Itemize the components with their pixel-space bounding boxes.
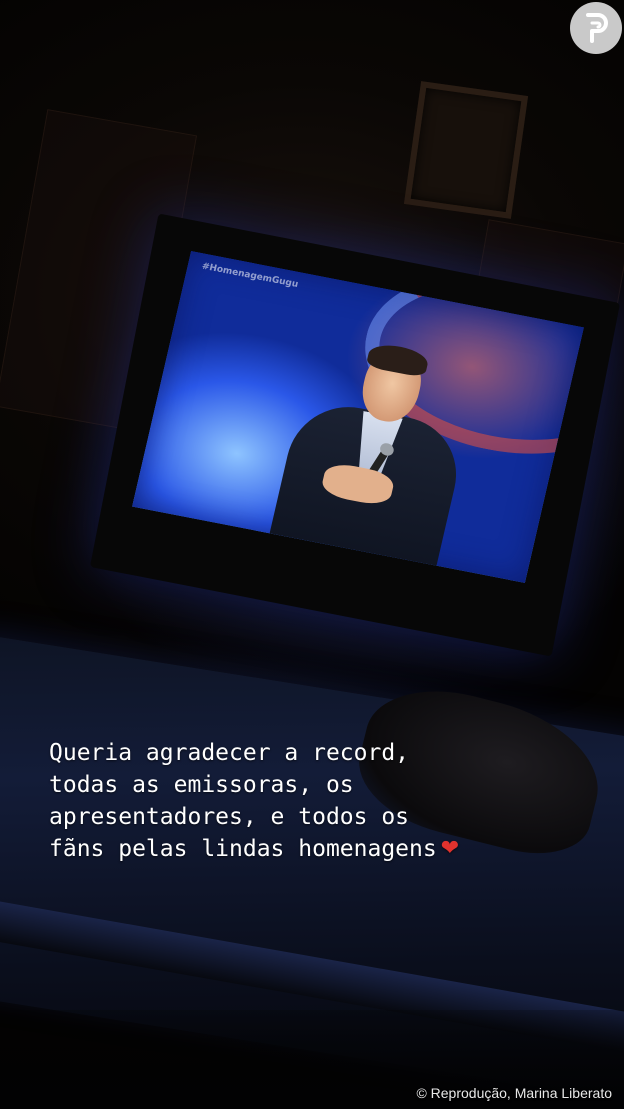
- logo-p-glyph: [586, 13, 608, 43]
- story-photo: #HomenagemGugu Queria agradecer a record…: [0, 0, 624, 1109]
- caption-line: fãns pelas lindas homenagens: [49, 836, 437, 862]
- caption-line: apresentadores, e todos os: [49, 804, 410, 830]
- photo-credit: © Reprodução, Marina Liberato: [416, 1085, 612, 1101]
- purepeople-logo-icon: [570, 2, 622, 54]
- red-heart-icon: ❤: [440, 836, 460, 861]
- wall-frame: [403, 81, 529, 219]
- caption-line: Queria agradecer a record,: [49, 740, 410, 766]
- story-caption: Queria agradecer a record, todas as emis…: [49, 737, 459, 865]
- caption-line: todas as emissoras, os: [49, 772, 354, 798]
